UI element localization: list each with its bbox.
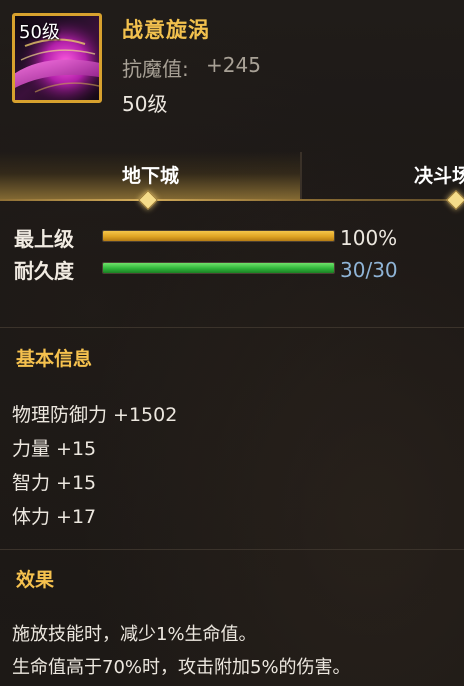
upgrade-bar-fill	[103, 231, 334, 241]
tab-underline	[0, 199, 464, 201]
tab-dungeon-label: 地下城	[121, 165, 179, 187]
upgrade-label: 最上级	[14, 227, 74, 251]
basic-info-title: 基本信息	[16, 348, 93, 370]
upgrade-bar	[102, 230, 335, 242]
magic-resist-label: 抗魔值:	[122, 57, 189, 81]
item-header: 50级 战意旋涡 抗魔值: +245 50级	[0, 0, 464, 128]
section-divider	[0, 327, 464, 328]
effects-title: 效果	[16, 569, 55, 591]
durability-bar-fill	[103, 263, 334, 273]
tab-arena-label: 决斗场	[414, 165, 464, 187]
durability-bar	[102, 262, 335, 274]
upgrade-value: 100%	[340, 226, 398, 250]
attribute-physical-defense: 物理防御力 +1502	[12, 404, 178, 426]
tab-arena[interactable]: 决斗场	[301, 152, 464, 200]
section-divider	[0, 549, 464, 550]
attribute-vitality: 体力 +17	[12, 506, 97, 528]
durability-label: 耐久度	[14, 259, 74, 283]
magic-resist-value: +245	[206, 53, 261, 77]
attribute-strength: 力量 +15	[12, 438, 97, 460]
item-level-badge: 50级	[19, 22, 60, 43]
durability-value: 30/30	[340, 258, 398, 282]
attribute-intelligence: 智力 +15	[12, 472, 97, 494]
effect-line: 生命值高于70%时，攻击附加5%的伤害。	[12, 657, 351, 678]
effect-line: 施放技能时，减少1%生命值。	[12, 624, 257, 645]
item-icon[interactable]: 50级	[12, 13, 102, 103]
item-name: 战意旋涡	[122, 18, 210, 42]
required-level: 50级	[122, 92, 168, 116]
mode-tabs: 地下城 决斗场	[0, 152, 464, 210]
